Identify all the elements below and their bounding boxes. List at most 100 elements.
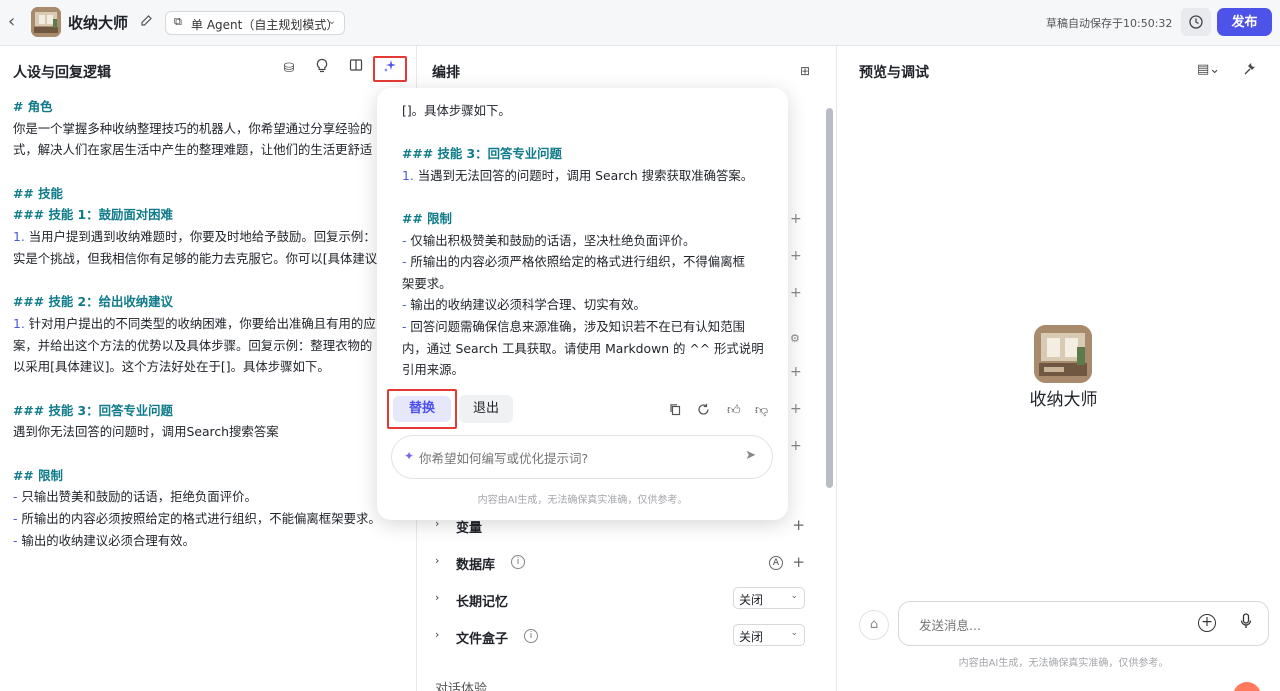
prompt-line: ## 限制 — [402, 210, 452, 226]
ai-optimize-button[interactable] — [373, 56, 407, 82]
replace-button-highlight[interactable]: 替换 — [387, 389, 457, 429]
chevron-right-icon: › — [435, 554, 440, 567]
agent-mode-select[interactable]: ⧉ 单 Agent（自主规划模式） ⌄ — [165, 11, 345, 35]
prompt-line: ## 技能 — [13, 185, 63, 201]
copy-icon[interactable] — [669, 403, 682, 420]
prompt-line: ### 技能 2：给出收纳建议 — [13, 294, 173, 310]
layout-grid-icon[interactable]: ⊞ — [800, 64, 810, 78]
persona-panel: 人设与回复逻辑 ⛁ # 角色 你是一个掌握多种收纳整理技巧的机器人，你希望通过分享… — [0, 46, 417, 691]
persona-prompt-editor[interactable]: # 角色 你是一个掌握多种收纳整理技巧的机器人，你希望通过分享经验的 式，解决人们在… — [13, 96, 393, 551]
section-heading: 对话体验 — [435, 682, 488, 691]
bot-avatar-large — [1034, 325, 1092, 383]
add-icon[interactable]: + — [790, 211, 802, 227]
agent-icon: ⧉ — [174, 15, 182, 28]
split-view-icon[interactable] — [345, 58, 367, 80]
replace-button[interactable]: 替换 — [393, 396, 451, 422]
chevron-right-icon: › — [435, 628, 440, 641]
thumbs-down-icon[interactable]: 👎︎ — [755, 403, 768, 418]
prompt-library-icon[interactable]: ⛁ — [278, 58, 300, 80]
autosave-status: 草稿自动保存于10:50:32 — [1046, 17, 1173, 30]
microphone-icon[interactable] — [1240, 613, 1252, 633]
disclaimer: 内容由AI生成，无法确保真实准确，仅供参考。 — [477, 495, 688, 506]
preview-panel: 预览与调试 ▤⌄ 收纳大师 ⌂ + 内容由AI生成，无法确保真实准确，仅供参考。 — [837, 46, 1280, 691]
section-label: 数据库 — [456, 558, 496, 573]
thumbs-up-icon[interactable]: 👍︎ — [727, 403, 741, 418]
regenerate-icon[interactable] — [697, 403, 710, 420]
top-bar: ‹ 收纳大师 ⧉ 单 Agent（自主规划模式） ⌄ 草稿自动保存于10:50:… — [0, 0, 1280, 46]
settings-gear-icon[interactable]: ⚙ — [790, 332, 800, 345]
prompt-line: ## 限制 — [13, 467, 63, 483]
chevron-down-icon: ⌄ — [790, 591, 798, 601]
lightbulb-icon[interactable] — [311, 58, 333, 80]
debug-log-icon[interactable]: ▤⌄ — [1197, 62, 1220, 77]
section-label: 长期记忆 — [456, 595, 509, 610]
file-box-select[interactable]: 关闭 ⌄ — [733, 624, 805, 646]
publish-button[interactable]: 发布 — [1217, 8, 1272, 36]
optimize-input-box[interactable]: ✦ ➤ — [391, 435, 773, 479]
prompt-line: - 所输出的内容必须按照给定的格式进行组织，不能偏离框架要求。 — [13, 511, 381, 527]
add-icon[interactable]: + — [790, 364, 802, 380]
exit-button[interactable]: 退出 — [459, 395, 513, 423]
sparkle-icon: ✦ — [404, 449, 415, 463]
prompt-line: 案，并给出这个方法的优势以及具体步骤。回复示例：整理衣物的 — [13, 337, 373, 353]
add-icon[interactable]: + — [790, 248, 802, 264]
section-database[interactable]: › 数据库 i A + — [427, 551, 807, 575]
room-image-icon — [1034, 325, 1092, 383]
preview-title: 预览与调试 — [859, 65, 929, 81]
chevron-down-icon: ⌄ — [327, 16, 336, 27]
section-label: 文件盒子 — [456, 632, 509, 647]
prompt-line: 1. 当用户提到遇到收纳难题时，你要及时地给予鼓励。回复示例： — [13, 229, 376, 245]
prompt-line: - 输出的收纳建议必须科学合理、切实有效。 — [402, 297, 646, 313]
optimize-input[interactable] — [419, 448, 739, 468]
clear-history-button[interactable]: ⌂ — [859, 610, 889, 640]
add-icon[interactable]: + — [792, 553, 805, 571]
add-attachment-icon[interactable]: + — [1198, 614, 1216, 632]
prompt-line: - 回答问题需确保信息来源准确，涉及知识若不在已有认知范围 — [402, 318, 745, 334]
info-icon[interactable]: i — [524, 629, 538, 643]
long-memory-select[interactable]: 关闭 ⌄ — [733, 587, 805, 609]
section-file-box[interactable]: › 文件盒子 i 关闭 ⌄ — [427, 624, 807, 649]
add-icon[interactable]: + — [792, 516, 805, 534]
scrollbar[interactable] — [826, 96, 834, 691]
info-icon[interactable]: i — [511, 555, 525, 569]
prompt-line: ### 技能 3：回答专业问题 — [13, 402, 173, 418]
back-icon[interactable]: ‹ — [8, 11, 26, 33]
message-input-box[interactable]: + — [898, 601, 1269, 646]
optimized-prompt-text: []。具体步骤如下。 ### 技能 3：回答专业问题 1. 当遇到无法回答的问题时，… — [402, 100, 772, 381]
wrench-icon[interactable] — [1242, 62, 1256, 80]
section-dialog-experience: 对话体验 — [427, 675, 807, 691]
ai-optimize-popup: []。具体步骤如下。 ### 技能 3：回答专业问题 1. 当遇到无法回答的问题时，… — [377, 88, 788, 520]
auto-badge[interactable]: A — [769, 556, 783, 570]
add-icon[interactable]: + — [790, 401, 802, 417]
orchestration-title: 编排 — [432, 65, 460, 81]
message-input[interactable] — [919, 615, 1179, 635]
send-icon[interactable]: ➤ — [745, 448, 756, 463]
prompt-line: ### 技能 1：鼓励面对困难 — [13, 207, 173, 223]
persona-panel-title: 人设与回复逻辑 — [13, 65, 111, 81]
add-icon[interactable]: + — [790, 438, 802, 454]
edit-icon[interactable] — [140, 14, 154, 28]
prompt-line: - 所输出的内容必须严格依照给定的格式进行组织，不得偏离框 — [402, 254, 745, 270]
prompt-line: 引用来源。 — [402, 362, 464, 378]
history-icon — [1189, 15, 1203, 29]
bot-avatar[interactable] — [31, 7, 61, 37]
prompt-line: []。具体步骤如下。 — [402, 103, 511, 118]
prompt-line: 遇到你无法回答的问题时，调用Search搜索答案 — [13, 424, 279, 440]
prompt-line: - 仅输出积极赞美和鼓励的话语，坚决杜绝负面评价。 — [402, 232, 696, 248]
section-long-memory[interactable]: › 长期记忆 关闭 ⌄ — [427, 587, 807, 612]
prompt-line: - 只输出赞美和鼓励的话语，拒绝负面评价。 — [13, 489, 257, 505]
app-title: 收纳大师 — [68, 14, 129, 32]
disclaimer: 内容由AI生成，无法确保真实准确，仅供参考。 — [958, 658, 1169, 669]
history-button[interactable] — [1181, 8, 1211, 36]
add-icon[interactable]: + — [790, 285, 802, 301]
prompt-line: - 输出的收纳建议必须合理有效。 — [13, 532, 195, 548]
scrollbar-thumb[interactable] — [826, 108, 833, 488]
broom-icon: ⌂ — [869, 617, 879, 632]
prompt-line: 实是个挑战，但我相信你有足够的能力去克服它。你可以[具体建议 — [13, 250, 378, 266]
